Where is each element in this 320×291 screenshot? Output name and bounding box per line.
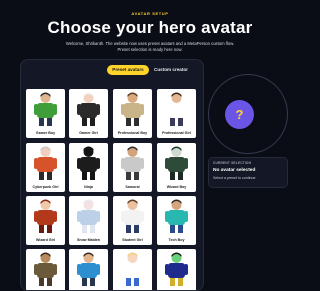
avatar-card-name: Snow Maiden: [77, 238, 100, 242]
avatar-picker-panel: Preset avatars Custom creator Gamer Boy G…: [20, 59, 204, 291]
ninja-figure: [77, 146, 100, 180]
avatar-card-name: Professional Boy: [117, 131, 148, 135]
alien-girl-figure: [165, 252, 188, 286]
scientist-girl-figure: [121, 252, 144, 286]
wizard-boy-figure: [165, 146, 188, 180]
avatar-card-name: Professional Girl: [162, 131, 191, 135]
avatar-card-name: Tech Boy: [168, 238, 185, 242]
avatar-card[interactable]: Gamer Boy: [26, 89, 65, 138]
current-selection-label: CURRENT SELECTION: [213, 161, 252, 165]
avatar-card-name: Ninja: [84, 185, 93, 189]
avatar-card[interactable]: Professional Boy: [113, 89, 152, 138]
avatar-card[interactable]: Scientist Girl: [113, 249, 152, 290]
avatar-card[interactable]: Gamer Girl: [69, 89, 108, 138]
page-eyebrow: AVATAR SETUP: [131, 11, 169, 16]
current-selection-value: No avatar selected: [213, 168, 256, 173]
avatar-card-name: Cyberpunk Girl: [32, 185, 59, 189]
avatar-card[interactable]: Samurai: [113, 143, 152, 192]
current-selection-hint: Select a preset to continue: [213, 176, 256, 180]
regular-boy-figure: [77, 252, 100, 286]
avatar-card[interactable]: Alien Girl: [157, 249, 196, 290]
tech-boy-figure: [165, 199, 188, 233]
current-selection-card: CURRENT SELECTION No avatar selected Sel…: [208, 157, 288, 188]
professional-boy-figure: [121, 92, 144, 126]
avatar-card[interactable]: Tech Boy: [157, 196, 196, 245]
fantasy-fighter-figure: [34, 252, 57, 286]
avatar-card-name: Wizard Girl: [36, 238, 55, 242]
avatar-card[interactable]: Wizard Girl: [26, 196, 65, 245]
professional-girl-figure: [165, 92, 188, 126]
avatar-card[interactable]: Regular Boy: [69, 249, 108, 290]
cyberpunk-girl-figure: [34, 146, 57, 180]
avatar-card[interactable]: Cyberpunk Girl: [26, 143, 65, 192]
tab-custom-creator[interactable]: Custom creator: [149, 65, 193, 75]
gamer-girl-figure: [77, 92, 100, 126]
tab-preset-avatars[interactable]: Preset avatars: [107, 65, 149, 75]
avatar-card-name: Wizard Boy: [166, 185, 187, 189]
avatar-card-name: Samurai: [125, 185, 140, 189]
avatar-card[interactable]: Professional Girl: [157, 89, 196, 138]
avatar-card-name: Gamer Girl: [79, 131, 98, 135]
avatar-card[interactable]: Snow Maiden: [69, 196, 108, 245]
avatar-card[interactable]: Student Girl: [113, 196, 152, 245]
student-girl-figure: [121, 199, 144, 233]
samurai-figure: [121, 146, 144, 180]
snow-maiden-figure: [77, 199, 100, 233]
page-title: Choose your hero avatar: [47, 18, 253, 37]
avatar-placeholder-icon: ?: [225, 100, 254, 129]
gamer-boy-figure: [34, 92, 57, 126]
avatar-card[interactable]: Fantasy Fighter: [26, 249, 65, 290]
avatar-card-name: Student Girl: [122, 238, 143, 242]
avatar-card[interactable]: Wizard Boy: [157, 143, 196, 192]
avatar-card[interactable]: Ninja: [69, 143, 108, 192]
avatar-card-name: Gamer Boy: [35, 131, 56, 135]
wizard-girl-figure: [34, 199, 57, 233]
page-subtitle-line2: Preset selection is ready here now.: [117, 47, 183, 52]
